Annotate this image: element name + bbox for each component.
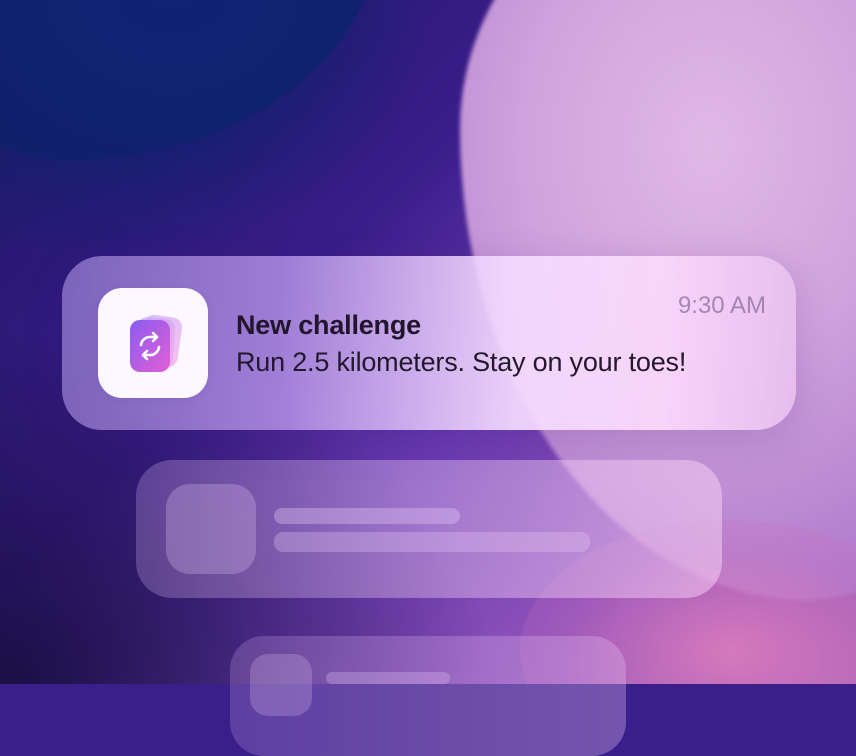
stacked-notification-placeholder[interactable] xyxy=(136,460,722,598)
stacked-notification-placeholder-2[interactable] xyxy=(230,636,626,756)
notification-title: New challenge xyxy=(236,310,421,340)
placeholder-body-line xyxy=(274,532,590,552)
placeholder-icon xyxy=(166,484,256,574)
wallpaper-dark-shape xyxy=(0,0,380,160)
placeholder-title-line-2 xyxy=(326,672,450,684)
repeat-cards-icon xyxy=(130,314,183,372)
placeholder-title-line xyxy=(274,508,460,524)
notification-time: 9:30 AM xyxy=(677,292,766,319)
notification-body: Run 2.5 kilometers. Stay on your toes! xyxy=(236,347,687,377)
app-icon xyxy=(98,288,208,398)
placeholder-icon-2 xyxy=(250,654,312,716)
notification-card[interactable]: New challenge Run 2.5 kilometers. Stay o… xyxy=(62,256,796,430)
